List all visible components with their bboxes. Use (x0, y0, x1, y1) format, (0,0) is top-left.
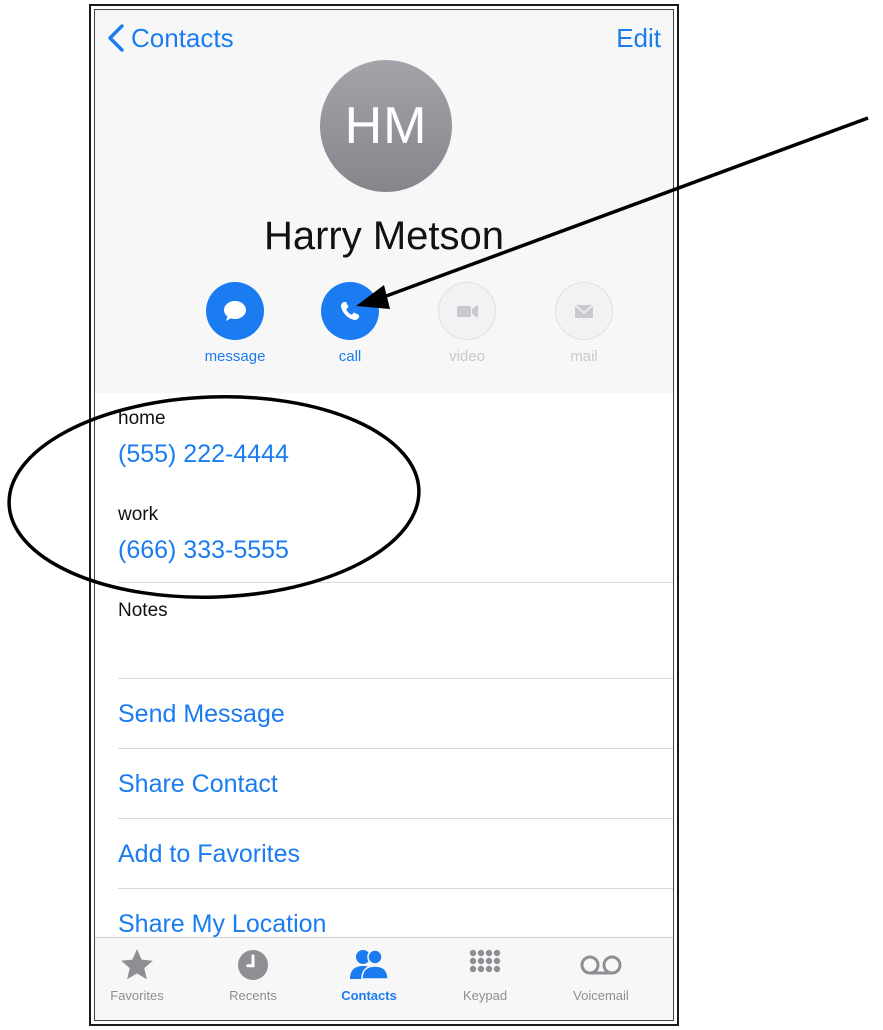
voicemail-icon (546, 944, 656, 986)
back-button-label: Contacts (131, 22, 234, 53)
phone-frame: Contacts Edit HM Harry Metson message ca… (89, 4, 679, 1026)
edit-button[interactable]: Edit (616, 18, 661, 58)
clock-icon (198, 944, 308, 986)
divider (118, 582, 673, 583)
tab-voicemail[interactable]: Voicemail (546, 944, 656, 1003)
tab-favorites[interactable]: Favorites (95, 944, 192, 1003)
star-icon (95, 944, 192, 986)
add-to-favorites-link[interactable]: Add to Favorites (118, 840, 300, 869)
avatar-initials: HM (344, 97, 428, 155)
tab-recents[interactable]: Recents (198, 944, 308, 1003)
tab-label: Favorites (110, 988, 164, 1003)
home-phone-label: home (118, 408, 166, 429)
tab-label: Keypad (462, 988, 508, 1003)
send-message-link[interactable]: Send Message (118, 700, 285, 729)
tab-label: Contacts (341, 988, 397, 1003)
divider (118, 748, 673, 749)
tab-label: Recents (229, 988, 277, 1003)
call-button[interactable]: call (305, 282, 395, 365)
contacts-icon (314, 944, 424, 986)
contact-name: Harry Metson (263, 214, 505, 258)
message-button[interactable]: message (190, 282, 280, 365)
video-camera-icon (438, 282, 496, 340)
tab-label: Voicemail (573, 988, 629, 1003)
contact-header: Contacts Edit HM Harry Metson message ca… (95, 10, 673, 393)
home-phone-number[interactable]: (555) 222-4444 (118, 440, 289, 469)
envelope-icon (555, 282, 613, 340)
share-contact-link[interactable]: Share Contact (118, 770, 278, 799)
share-my-location-link[interactable]: Share My Location (118, 910, 326, 939)
call-label: call (338, 348, 362, 365)
tab-contacts[interactable]: Contacts (314, 944, 424, 1003)
tab-bar: Favorites Recents Contacts Keypad Voicem… (95, 937, 673, 1020)
chevron-left-icon (108, 24, 124, 52)
divider (118, 818, 673, 819)
notes-label: Notes (118, 600, 168, 621)
back-button[interactable]: Contacts (105, 18, 234, 58)
phone-icon (321, 282, 379, 340)
work-phone-label: work (118, 504, 159, 525)
message-label: message (204, 348, 266, 365)
mail-label: mail (570, 348, 598, 365)
tab-keypad[interactable]: Keypad (430, 944, 540, 1003)
work-phone-number[interactable]: (666) 333-5555 (118, 536, 289, 565)
divider (118, 678, 673, 679)
divider (118, 888, 673, 889)
message-icon (206, 282, 264, 340)
video-label: video (449, 348, 485, 365)
avatar: HM (320, 60, 452, 192)
video-button[interactable]: video (422, 282, 512, 365)
mail-button[interactable]: mail (539, 282, 629, 365)
contact-detail-screen: Contacts Edit HM Harry Metson message ca… (94, 9, 674, 1021)
keypad-icon (430, 944, 540, 986)
